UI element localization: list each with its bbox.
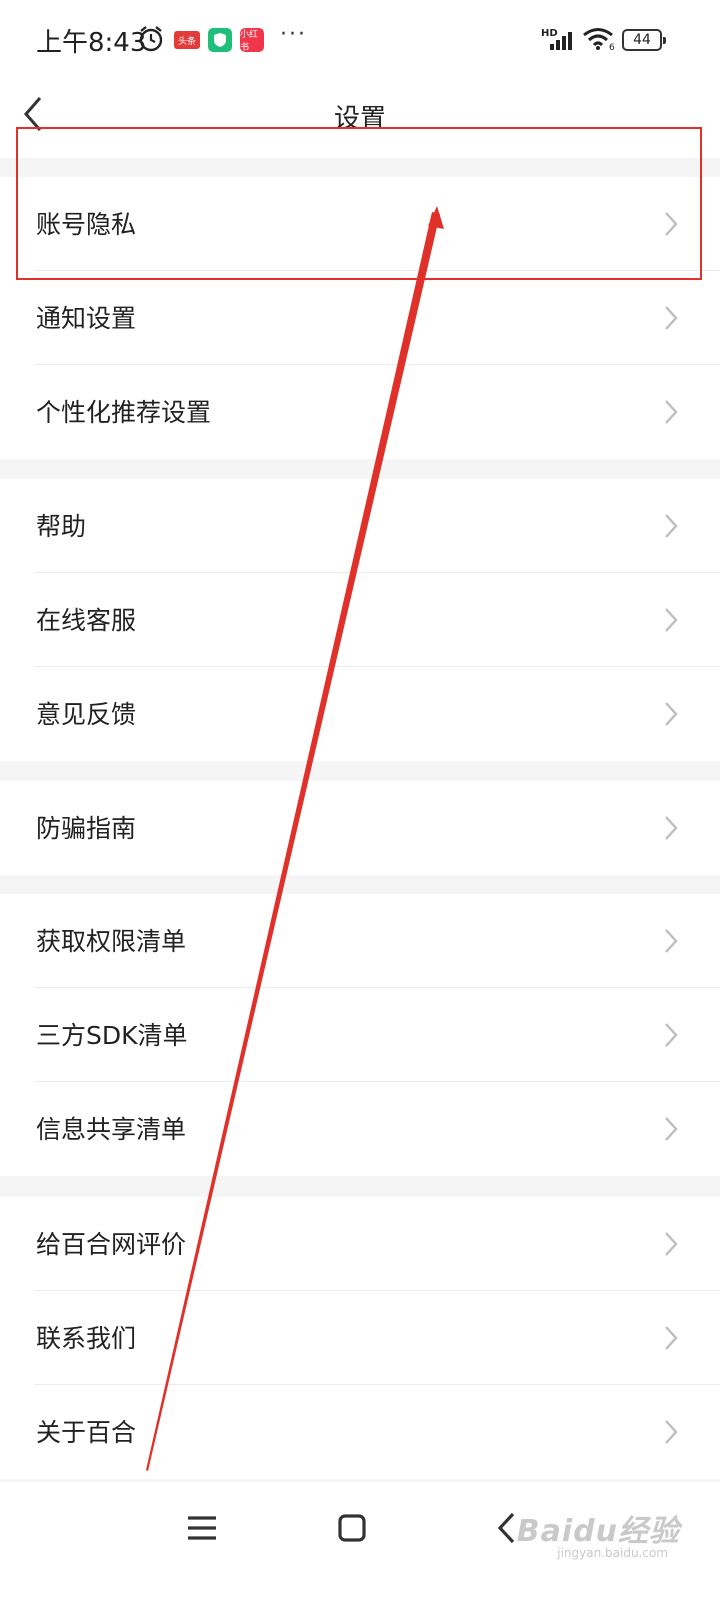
chevron-right-icon [665,1023,678,1047]
item-label: 通知设置 [36,304,137,333]
item-label: 给百合网评价 [36,1230,187,1259]
item-label: 个性化推荐设置 [36,398,212,427]
chevron-right-icon [665,608,678,632]
chevron-right-icon [665,702,678,726]
chevron-right-icon [665,400,678,424]
chevron-right-icon [665,212,678,236]
settings-item-personalized-recommendation[interactable]: 个性化推荐设置 [0,365,720,459]
settings-item-help[interactable]: 帮助 [0,479,720,573]
battery-indicator: 44 [622,29,666,51]
shield-app-icon [208,28,232,52]
settings-item-permissions-list[interactable]: 获取权限清单 [0,894,720,988]
settings-item-online-support[interactable]: 在线客服 [0,573,720,667]
alarm-icon [139,26,163,52]
toutiao-app-icon: 头条 [174,31,200,49]
settings-item-third-party-sdk-list[interactable]: 三方SDK清单 [0,988,720,1082]
item-label: 三方SDK清单 [36,1021,188,1050]
item-label: 账号隐私 [36,210,137,239]
xiaohongshu-app-icon: 小红书 [240,28,264,53]
settings-item-about[interactable]: 关于百合 [0,1385,720,1479]
item-label: 在线客服 [36,606,137,635]
chevron-right-icon [665,1326,678,1350]
status-time: 上午8:43 [36,28,147,58]
menu-icon[interactable] [180,1506,224,1550]
chevron-right-icon [665,514,678,538]
chevron-right-icon [665,816,678,840]
settings-item-rate-app[interactable]: 给百合网评价 [0,1197,720,1291]
settings-item-anti-fraud-guide[interactable]: 防骗指南 [0,781,720,875]
item-label: 获取权限清单 [36,927,187,956]
svg-text:6: 6 [609,43,615,51]
item-label: 联系我们 [36,1324,137,1353]
item-label: 防骗指南 [36,814,137,843]
home-icon[interactable] [330,1506,374,1550]
chevron-right-icon [665,929,678,953]
chevron-right-icon [665,1117,678,1141]
item-label: 关于百合 [36,1418,137,1447]
settings-item-feedback[interactable]: 意见反馈 [0,667,720,761]
signal-icon [550,32,572,50]
watermark-url: jingyan.baidu.com [557,1546,668,1560]
status-bar: 上午8:43 头条 小红书 ··· HD 6 44 [0,0,720,80]
wifi-icon: 6 [583,28,615,51]
system-nav-bar: Baidu经验 jingyan.baidu.com [0,1482,720,1600]
settings-item-contact-us[interactable]: 联系我们 [0,1291,720,1385]
chevron-right-icon [665,306,678,330]
page-title: 设置 [333,104,386,134]
settings-item-notifications[interactable]: 通知设置 [0,271,720,365]
item-label: 帮助 [36,512,87,541]
settings-item-info-sharing-list[interactable]: 信息共享清单 [0,1082,720,1176]
settings-item-account-privacy[interactable]: 账号隐私 [0,177,720,271]
chevron-right-icon [665,1420,678,1444]
item-label: 意见反馈 [36,700,137,729]
top-bar: 设置 [0,80,720,158]
item-label: 信息共享清单 [36,1115,187,1144]
baidu-jingyan-watermark: Baidu经验 [516,1514,680,1549]
chevron-right-icon [665,1232,678,1256]
more-notifications-icon: ··· [280,22,307,47]
